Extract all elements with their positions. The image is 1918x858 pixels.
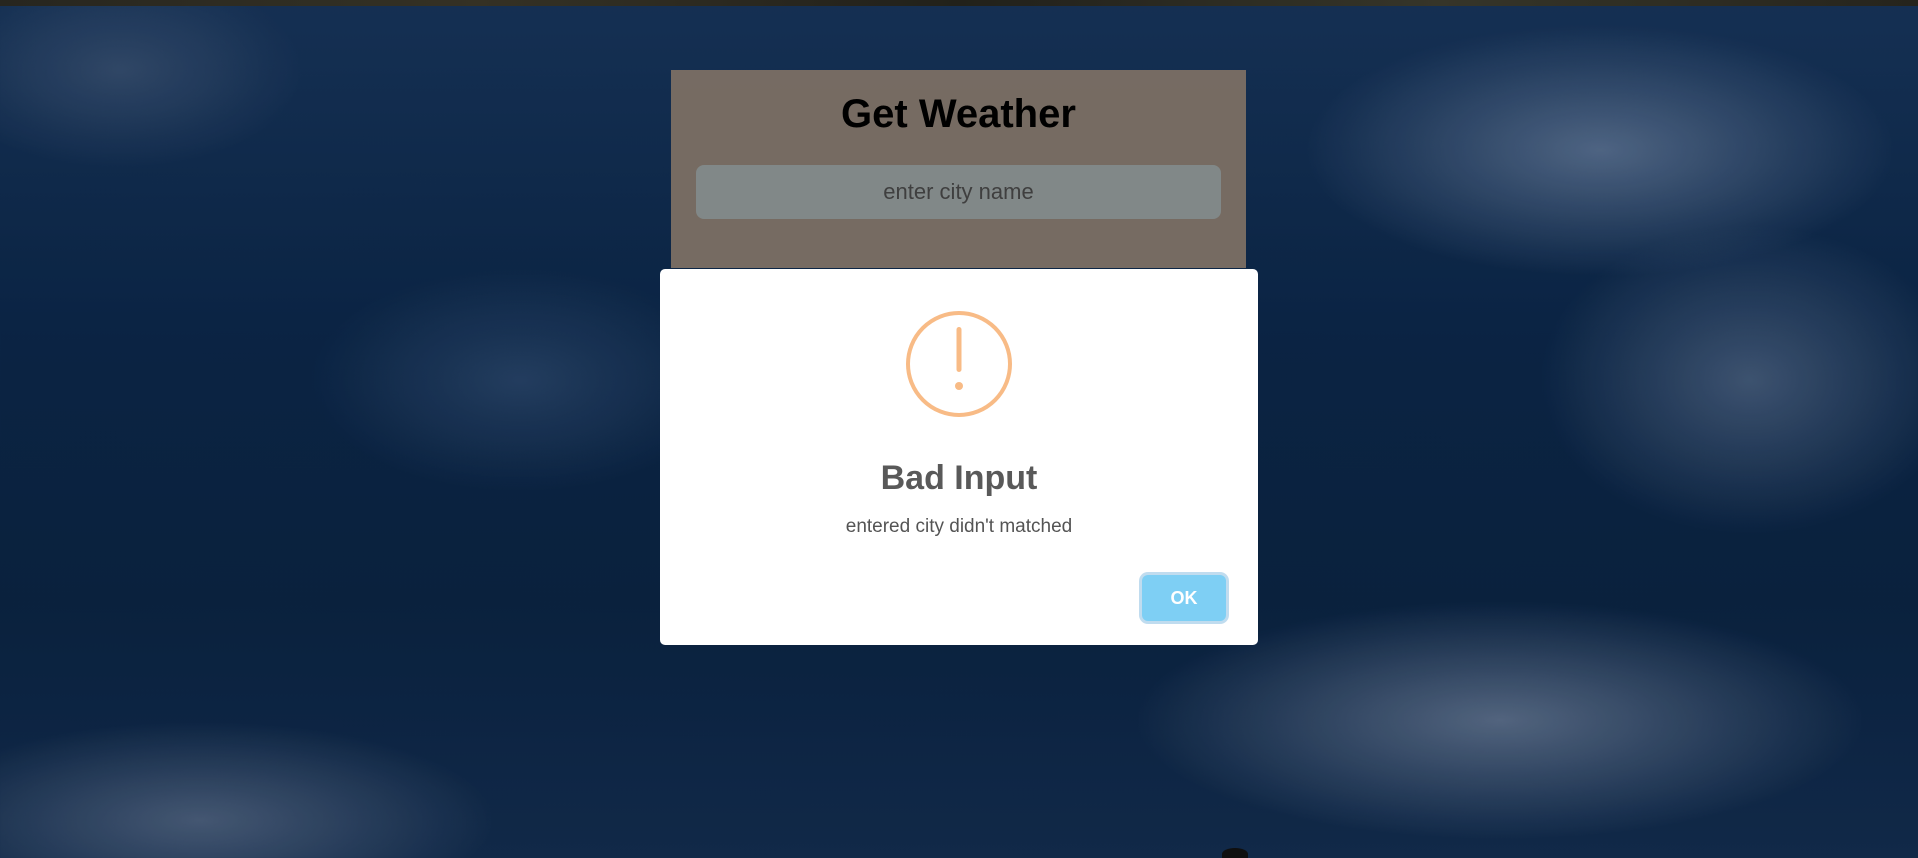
alert-title: Bad Input [880,459,1038,497]
warning-icon [906,311,1012,417]
ok-button[interactable]: OK [1142,575,1226,621]
alert-message: entered city didn't matched [845,516,1073,537]
alert-dialog: Bad Input entered city didn't matched OK [660,269,1258,645]
